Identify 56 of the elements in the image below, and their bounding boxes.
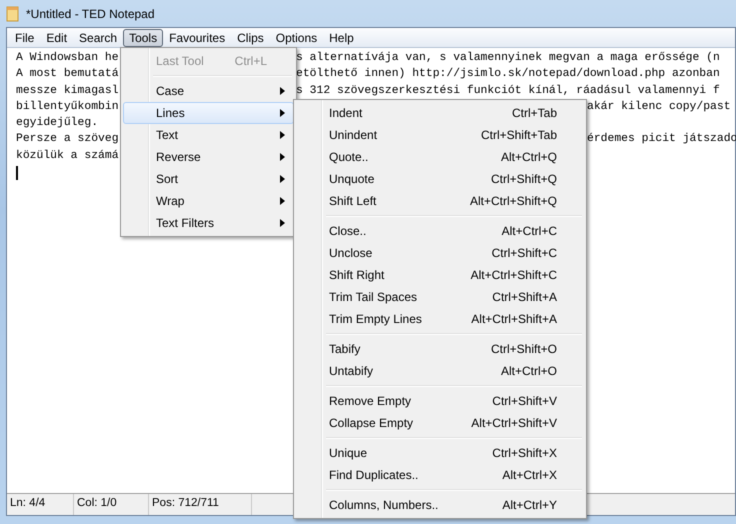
menu-item[interactable]: Unclose Ctrl+Shift+C: [296, 242, 584, 264]
menu-bar-item[interactable]: Clips: [231, 28, 270, 46]
menu-bar-item[interactable]: Edit: [40, 28, 74, 46]
menu-item[interactable]: Unquote Ctrl+Shift+Q: [296, 168, 584, 190]
editor-text: A Windowsban he: [16, 52, 119, 64]
menu-item[interactable]: Indent Ctrl+Tab: [296, 102, 584, 124]
menu-bar-item[interactable]: Favourites: [163, 28, 232, 46]
menu-item[interactable]: Remove Empty Ctrl+Shift+V: [296, 390, 584, 412]
submenu-arrow-icon: [280, 131, 285, 139]
menu-item[interactable]: Untabify Alt+Ctrl+O: [296, 360, 584, 382]
status-text: Ln: 4/4: [7, 494, 74, 515]
notepad-icon: [6, 6, 20, 22]
editor-text: messze kimagasl: [16, 84, 119, 97]
menu-bar-item[interactable]: Search: [73, 28, 124, 46]
submenu-arrow-icon: [280, 197, 285, 205]
menu-bar-item[interactable]: Options: [270, 28, 324, 46]
menu-bar-item[interactable]: File: [9, 28, 40, 46]
menu-bar-item[interactable]: Help: [323, 28, 360, 46]
editor-text: akár kilenc copy/past: [587, 100, 731, 115]
menu-item[interactable]: Columns, Numbers.. Alt+Ctrl+Y: [296, 494, 584, 516]
window-title: *Untitled - TED Notepad: [26, 6, 155, 20]
submenu-arrow-icon: [280, 109, 285, 117]
submenu-arrow-icon: [280, 175, 285, 183]
menu-item[interactable]: Find Duplicates.. Alt+Ctrl+X: [296, 464, 584, 486]
submenu-arrow-icon: [280, 87, 285, 95]
menu-item[interactable]: Shift Right Alt+Ctrl+Shift+C: [296, 264, 584, 286]
menu-item[interactable]: Unique Ctrl+Shift+X: [296, 442, 584, 464]
editor-text: s 312 szövegszerkesztési funkciót kínál, ráadásul valamennyi f: [296, 84, 720, 99]
menu-item[interactable]: Sort: [123, 168, 294, 190]
editor-text: billentyűkombin: [16, 100, 119, 113]
editor-text: etölthető innen) http://jsimlo.sk/notepad/download.php azonban: [296, 66, 720, 82]
menu-item[interactable]: Collapse Empty Alt+Ctrl+Shift+V: [296, 412, 584, 434]
status-text: Pos: 712/711: [149, 494, 252, 515]
menu-item[interactable]: Shift Left Alt+Ctrl+Shift+Q: [296, 190, 584, 212]
editor-text: Persze a szöveg: [16, 133, 119, 146]
menu-item[interactable]: Close.. Alt+Ctrl+C: [296, 220, 584, 242]
menu-item[interactable]: Text: [123, 124, 294, 146]
editor-text: s alternatívája van, s valamennyinek megvan a maga erőssége (n: [296, 50, 720, 66]
menu-item[interactable]: Reverse: [123, 146, 294, 168]
editor-text: A most bemutatá: [16, 68, 119, 80]
menu-item[interactable]: Wrap: [123, 190, 294, 212]
menu-item[interactable]: Quote.. Alt+Ctrl+Q: [296, 146, 584, 168]
menu-item[interactable]: Unindent Ctrl+Shift+Tab: [296, 124, 584, 146]
menu-item[interactable]: Trim Tail Spaces Ctrl+Shift+A: [296, 286, 584, 308]
menu-item[interactable]: Tabify Ctrl+Shift+O: [296, 338, 584, 360]
submenu-arrow-icon: [280, 153, 285, 161]
menu-item[interactable]: Text Filters: [123, 212, 294, 234]
submenu-arrow-icon: [280, 219, 285, 227]
editor-text: egyidejűleg.: [16, 117, 98, 130]
editor-text: közülük a számá: [16, 150, 119, 162]
menu-item[interactable]: Case: [123, 80, 294, 102]
text-caret: [16, 166, 18, 180]
menu-bar-item[interactable]: Tools: [123, 28, 164, 46]
menu-item[interactable]: Trim Empty Lines Alt+Ctrl+Shift+A: [296, 308, 584, 330]
menu-item[interactable]: Lines: [123, 102, 294, 124]
status-text: Col: 1/0: [74, 494, 149, 515]
